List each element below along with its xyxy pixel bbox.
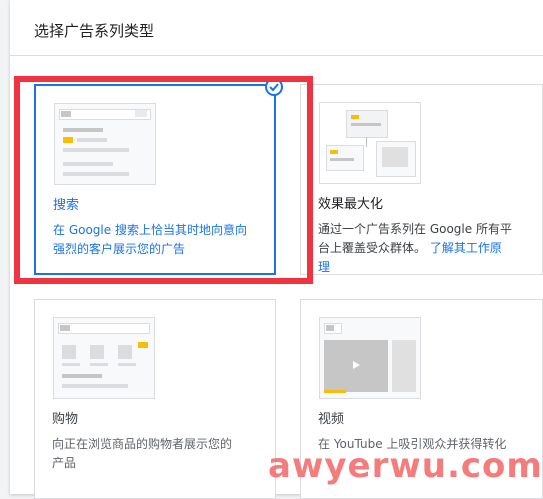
campaign-card-search[interactable]: 搜索 在 Google 搜索上恰当其时地向意向 强烈的客户展示您的广告	[34, 78, 283, 275]
selected-check-icon	[265, 78, 283, 96]
card-desc-shopping: 向正在浏览商品的购物者展示您的 产品	[52, 437, 233, 470]
play-icon	[353, 361, 360, 369]
card-title-search: 搜索	[53, 198, 80, 213]
card-title-shopping: 购物	[52, 412, 79, 427]
campaign-card-shopping[interactable]: 购物 向正在浏览商品的购物者展示您的 产品	[34, 299, 276, 499]
panel-title: 选择广告系列类型	[34, 22, 155, 40]
card-desc-performance-max: 通过一个广告系列在 Google 所有平 台上覆盖受众群体。 了解其工作原 理	[318, 220, 538, 277]
watermark: awyerwu.com	[268, 446, 543, 486]
performance-max-illustration	[319, 102, 421, 184]
card-title-video: 视频	[318, 412, 345, 427]
learn-how-it-works-link-cont[interactable]: 理	[318, 258, 538, 277]
search-illustration	[54, 103, 156, 185]
learn-how-it-works-link[interactable]: 了解其工作原	[430, 241, 502, 255]
card-title-performance-max: 效果最大化	[318, 197, 384, 212]
card-desc-search: 在 Google 搜索上恰当其时地向意向 强烈的客户展示您的广告	[53, 223, 247, 256]
shopping-illustration	[53, 317, 155, 399]
divider	[10, 55, 543, 56]
campaign-card-performance-max[interactable]: 效果最大化 通过一个广告系列在 Google 所有平 台上覆盖受众群体。 了解其…	[300, 84, 543, 275]
video-illustration	[319, 317, 421, 399]
